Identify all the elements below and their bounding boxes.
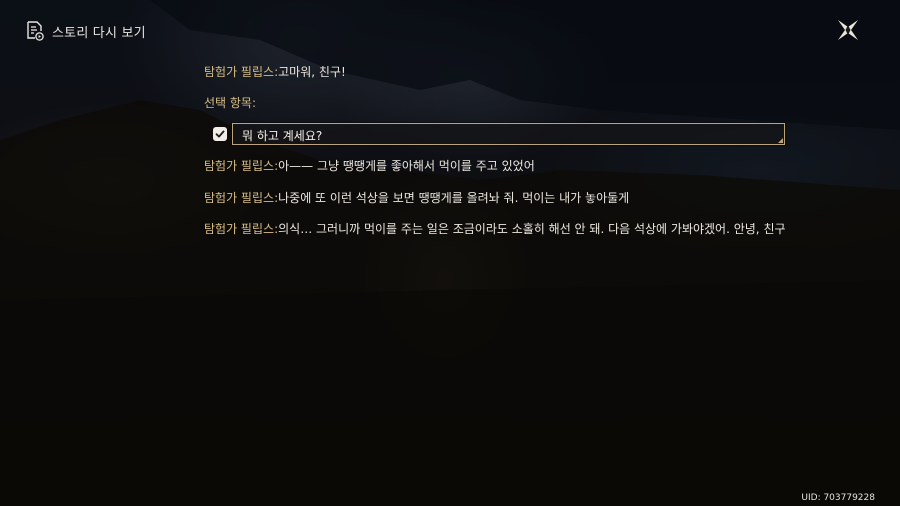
options-label: 선택 항목: (204, 96, 257, 110)
checkmark-icon (215, 130, 225, 138)
dialog-text: 나중에 또 이런 석상을 보면 땡땡게를 올려놔 줘. 먹이는 내가 놓아둘게 (278, 191, 630, 205)
story-replay-screen: 스토리 다시 보기 탐험가 필립스:고마워, 친구! 선택 항목: 뭐 하고 계… (0, 0, 900, 506)
background-dim (0, 0, 900, 506)
dialog-line: 탐험가 필립스:아—— 그냥 땡땡게를 좋아해서 먹이를 주고 있었어 (204, 157, 535, 174)
header: 스토리 다시 보기 (26, 21, 146, 41)
speaker-name: 탐험가 필립스 (204, 65, 275, 79)
dialog-text: 아—— 그냥 땡땡게를 좋아해서 먹이를 주고 있었어 (278, 159, 535, 173)
dialog-line: 탐험가 필립스:고마워, 친구! (204, 63, 346, 80)
dialog-text: 의식… 그러니까 먹이를 주는 일은 조금이라도 소홀히 해선 안 돼. 다음 … (278, 222, 786, 236)
close-x-icon[interactable] (835, 17, 861, 43)
option-corner-mark (778, 138, 783, 143)
dialog-text: 고마워, 친구! (278, 65, 346, 79)
selected-option[interactable]: 뭐 하고 계세요? (213, 123, 785, 145)
dialog-line: 탐험가 필립스:의식… 그러니까 먹이를 주는 일은 조금이라도 소홀히 해선 … (204, 220, 786, 237)
document-replay-icon (27, 21, 44, 41)
uid-label: UID: 703779228 (801, 493, 875, 503)
option-text: 뭐 하고 계세요? (242, 129, 323, 143)
speaker-name: 탐험가 필립스 (204, 159, 275, 173)
speaker-name: 탐험가 필립스 (204, 222, 275, 236)
option-box[interactable]: 뭐 하고 계세요? (232, 123, 785, 145)
dialog-line: 탐험가 필립스:나중에 또 이런 석상을 보면 땡땡게를 올려놔 줘. 먹이는 … (204, 189, 629, 206)
page-title: 스토리 다시 보기 (52, 25, 146, 41)
option-checkbox[interactable] (213, 127, 227, 141)
speaker-name: 탐험가 필립스 (204, 191, 275, 205)
